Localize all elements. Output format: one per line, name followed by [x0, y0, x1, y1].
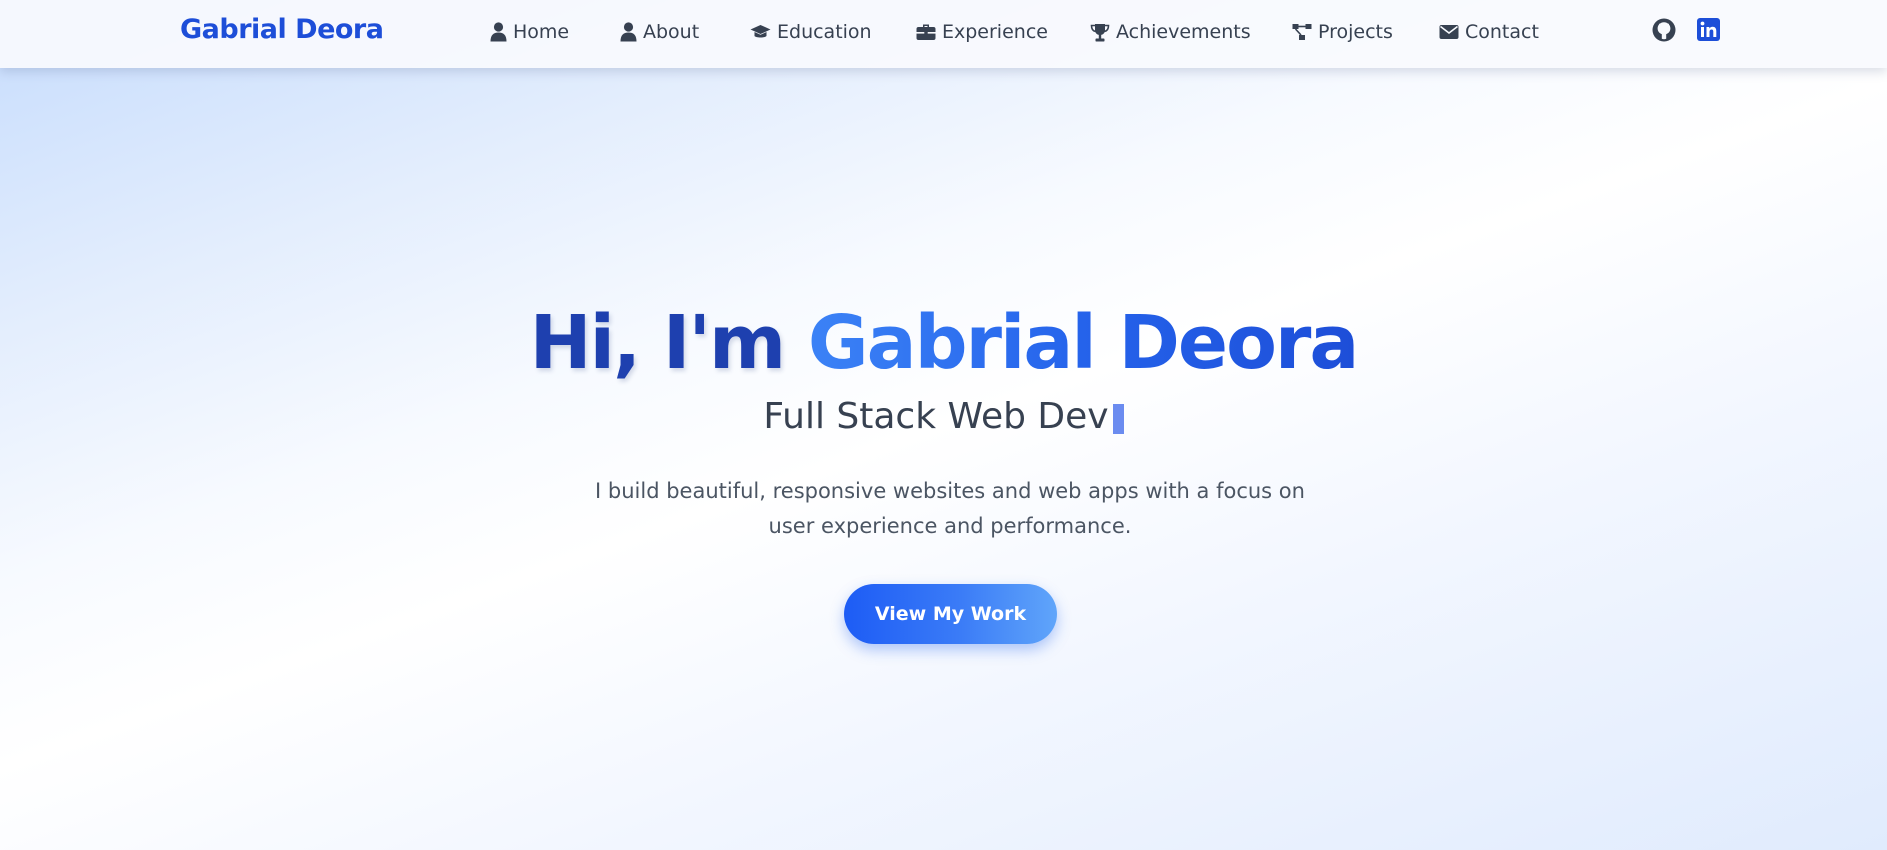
nav-achievements-label: Achievements — [1116, 21, 1251, 43]
nav-achievements[interactable]: Achievements — [1090, 21, 1251, 43]
hero-description: I build beautiful, responsive websites a… — [595, 479, 1305, 538]
envelope-icon — [1439, 24, 1459, 40]
trophy-icon — [1090, 23, 1110, 42]
nav-about[interactable]: About — [620, 21, 699, 43]
brand-logo[interactable]: Gabrial Deora — [180, 14, 384, 45]
nav-contact[interactable]: Contact — [1439, 21, 1539, 43]
view-my-work-button[interactable]: View My Work — [844, 584, 1057, 644]
linkedin-icon — [1696, 18, 1720, 46]
typed-text: Full Stack Web Dev — [763, 396, 1109, 437]
hero-title: Hi, I'm Gabrial Deora — [0, 298, 1887, 388]
github-icon — [1652, 18, 1676, 47]
nav-education[interactable]: Education — [750, 21, 872, 43]
navbar: Gabrial Deora Home About Education Exper… — [0, 0, 1887, 68]
nav-education-label: Education — [777, 21, 872, 43]
linkedin-link[interactable] — [1695, 18, 1721, 46]
nav-about-label: About — [643, 21, 700, 43]
nav-home[interactable]: Home — [490, 21, 569, 43]
hero-name: Gabrial Deora — [807, 300, 1359, 386]
typing-cursor — [1112, 404, 1124, 434]
nav-projects-label: Projects — [1318, 21, 1393, 43]
user-icon — [490, 22, 507, 42]
github-link[interactable] — [1651, 18, 1677, 47]
graduation-cap-icon — [750, 24, 771, 40]
briefcase-icon — [916, 23, 936, 41]
nav-experience[interactable]: Experience — [916, 21, 1048, 43]
hero-greeting: Hi, I'm — [529, 300, 808, 386]
user-icon — [620, 22, 637, 42]
nav-projects[interactable]: Projects — [1292, 21, 1393, 43]
project-diagram-icon — [1292, 23, 1312, 41]
hero-subtitle: Full Stack Web Dev — [0, 396, 1887, 437]
nav-contact-label: Contact — [1465, 21, 1539, 43]
nav-experience-label: Experience — [942, 21, 1048, 43]
nav-home-label: Home — [513, 21, 570, 43]
